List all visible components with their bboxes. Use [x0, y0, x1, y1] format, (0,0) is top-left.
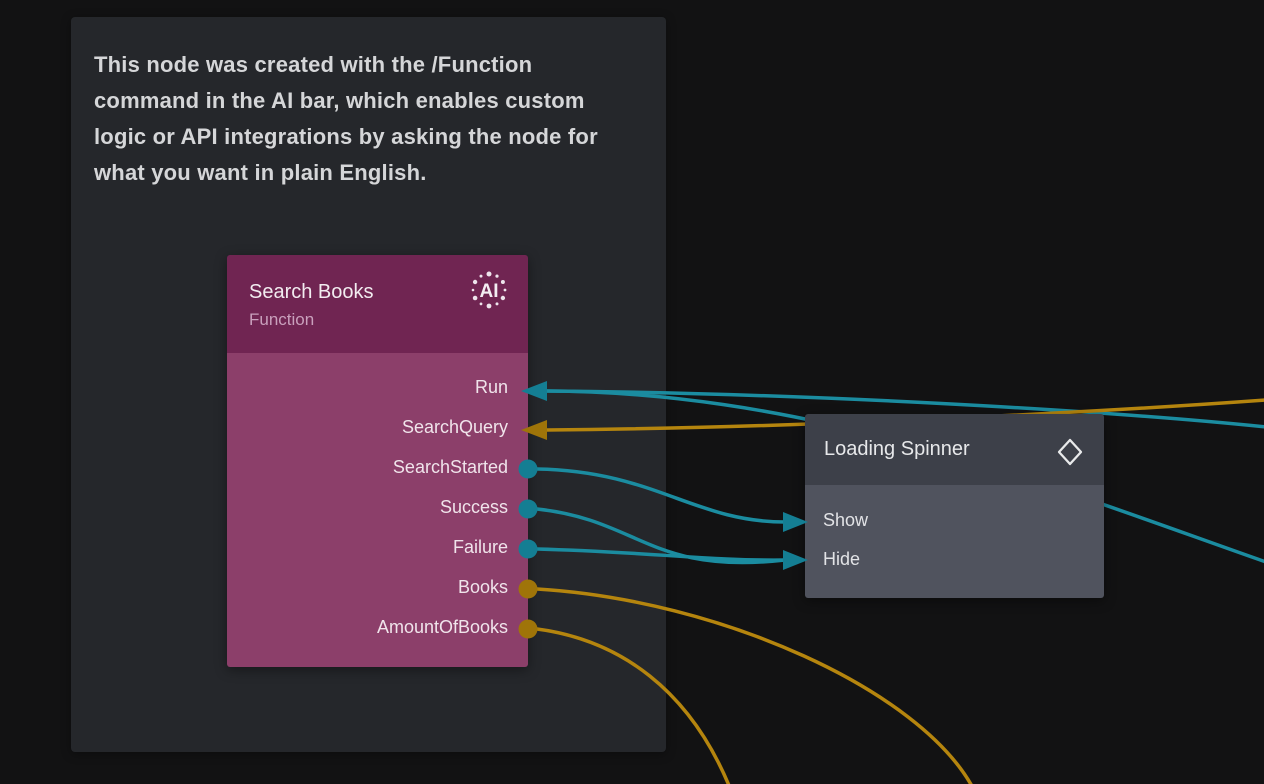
- wires-layer: [0, 0, 1264, 784]
- port-success[interactable]: Success: [227, 487, 528, 527]
- ai-badge-icon: AI: [466, 267, 512, 313]
- function-node-search-books[interactable]: Search Books Function AI: [227, 255, 528, 667]
- port-show[interactable]: Show: [805, 501, 1104, 540]
- spinner-node-header[interactable]: Loading Spinner: [805, 414, 1104, 485]
- function-node-port-list: Run SearchQuery SearchStarted Success Fa…: [227, 353, 528, 667]
- port-hide[interactable]: Hide: [805, 540, 1104, 579]
- spinner-node-port-list: Show Hide: [805, 485, 1104, 598]
- port-amountofbooks[interactable]: AmountOfBooks: [227, 607, 528, 647]
- port-run[interactable]: Run: [227, 367, 528, 407]
- loading-spinner-node[interactable]: Loading Spinner Show Hide: [805, 414, 1104, 598]
- port-searchquery[interactable]: SearchQuery: [227, 407, 528, 447]
- svg-text:AI: AI: [480, 281, 499, 302]
- wire-books-output[interactable]: [537, 589, 973, 784]
- port-failure[interactable]: Failure: [227, 527, 528, 567]
- function-node-header[interactable]: Search Books Function AI: [227, 255, 528, 353]
- node-editor-canvas[interactable]: This node was created with the /Function…: [0, 0, 1264, 784]
- diamond-icon: [1057, 438, 1083, 466]
- wire-amountofbooks-output[interactable]: [537, 629, 730, 784]
- port-books[interactable]: Books: [227, 567, 528, 607]
- node-title: Loading Spinner: [824, 438, 970, 461]
- port-searchstarted[interactable]: SearchStarted: [227, 447, 528, 487]
